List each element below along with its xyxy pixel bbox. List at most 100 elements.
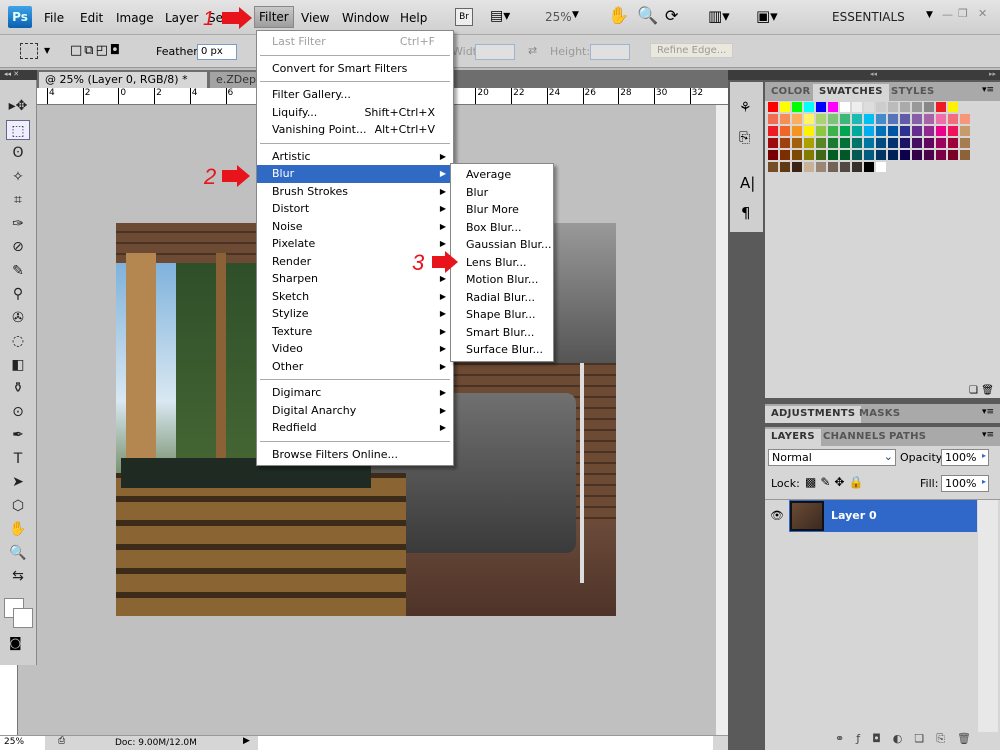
gradient-tool-icon[interactable]: ◧	[6, 355, 30, 375]
filter-menu-item[interactable]: Filter Gallery...	[257, 86, 453, 104]
filter-menu-item[interactable]: Convert for Smart Filters	[257, 60, 453, 78]
panel-menu-icon[interactable]: ▾≡	[982, 85, 994, 95]
color-swatch[interactable]	[803, 137, 815, 149]
tab-swatches[interactable]: SWATCHES	[813, 84, 889, 101]
zoom-tool-icon[interactable]: 🔍	[6, 543, 30, 563]
color-swatch[interactable]	[863, 149, 875, 161]
dodge-tool-icon[interactable]: ⊙	[6, 402, 30, 422]
screen-mode-icon[interactable]: ▣▾	[756, 7, 778, 25]
color-swatch[interactable]	[923, 149, 935, 161]
fill-input[interactable]: 100% ▸	[941, 475, 989, 492]
color-swatch[interactable]	[803, 161, 815, 173]
color-swatch[interactable]	[827, 101, 839, 113]
color-swatch[interactable]	[851, 125, 863, 137]
blend-mode-dropdown[interactable]: Normal ⌄	[768, 449, 896, 466]
height-input[interactable]	[590, 44, 630, 60]
filter-menu-item[interactable]: Blur ▶	[257, 165, 453, 183]
panel-menu-icon[interactable]: ▾≡	[982, 407, 994, 417]
color-swatch[interactable]	[899, 101, 911, 113]
color-swatch[interactable]	[935, 101, 947, 113]
paint-bucket-tool-icon[interactable]: ⚱	[6, 378, 30, 398]
color-swatch[interactable]	[815, 149, 827, 161]
color-swatch[interactable]	[767, 149, 779, 161]
color-swatch[interactable]	[911, 113, 923, 125]
tab-adjustments[interactable]: ADJUSTMENTS	[765, 406, 862, 423]
color-swatch[interactable]	[851, 137, 863, 149]
color-swatch[interactable]	[911, 125, 923, 137]
move-tool-icon[interactable]: ▸✥	[6, 96, 30, 116]
color-swatch[interactable]	[899, 137, 911, 149]
color-swatch[interactable]	[779, 101, 791, 113]
filter-menu-item[interactable]: Last Filter Ctrl+F	[257, 33, 453, 51]
character-icon[interactable]: A|	[740, 174, 755, 192]
clone-stamp-tool-icon[interactable]: ⚲	[6, 284, 30, 304]
tab-masks[interactable]: MASKS	[853, 406, 906, 423]
color-swatch[interactable]	[815, 161, 827, 173]
color-swatch[interactable]	[803, 149, 815, 161]
status-icon[interactable]: ⎙	[58, 736, 65, 746]
color-swatch[interactable]	[827, 125, 839, 137]
color-swatch[interactable]	[767, 161, 779, 173]
bridge-button[interactable]: Br	[455, 8, 473, 26]
color-swatch[interactable]	[935, 113, 947, 125]
color-swatch[interactable]	[827, 149, 839, 161]
blur-menu-item[interactable]: Motion Blur...	[451, 271, 553, 289]
color-swatch[interactable]	[851, 149, 863, 161]
restore-icon[interactable]: ❐	[958, 7, 968, 20]
crop-tool-icon[interactable]: ⌗	[6, 190, 30, 210]
filter-menu-item[interactable]: Video ▶	[257, 340, 453, 358]
tab-paths[interactable]: PATHS	[883, 429, 932, 446]
filter-menu-item[interactable]: Browse Filters Online...	[257, 446, 453, 464]
filter-menu-item[interactable]: Artistic ▶	[257, 148, 453, 166]
color-swatch[interactable]	[791, 125, 803, 137]
filter-menu-item[interactable]: Vanishing Point... Alt+Ctrl+V	[257, 121, 453, 139]
filter-menu-item[interactable]: Texture ▶	[257, 323, 453, 341]
filter-menu-item[interactable]: Digimarc ▶	[257, 384, 453, 402]
brush-presets-icon[interactable]: ⚘	[739, 100, 752, 116]
layer-row[interactable]: Layer 0	[789, 500, 977, 532]
filter-menu-item[interactable]: Brush Strokes ▶	[257, 183, 453, 201]
menu-image[interactable]: Image	[112, 9, 158, 27]
menu-file[interactable]: File	[40, 9, 68, 27]
marquee-preset-icon[interactable]	[20, 43, 38, 59]
color-swatch[interactable]	[899, 113, 911, 125]
rectangular-marquee-tool-icon[interactable]: ⬚	[6, 119, 30, 140]
color-swatch[interactable]	[767, 137, 779, 149]
color-swatch[interactable]	[863, 137, 875, 149]
visibility-eye-icon[interactable]: 👁	[767, 501, 787, 531]
filter-menu-item[interactable]: Redfield ▶	[257, 419, 453, 437]
color-swatch[interactable]	[887, 137, 899, 149]
color-swatch[interactable]	[863, 125, 875, 137]
paragraph-icon[interactable]: ¶	[741, 204, 751, 222]
feather-input[interactable]: 0 px	[197, 44, 237, 60]
blur-menu-item[interactable]: Smart Blur...	[451, 324, 553, 342]
panel-menu-icon[interactable]: ▾≡	[982, 430, 994, 440]
new-swatch-icon[interactable]: ❏	[969, 385, 978, 396]
color-swatch[interactable]	[887, 101, 899, 113]
color-swatch[interactable]	[887, 149, 899, 161]
blur-menu-item[interactable]: Shape Blur...	[451, 306, 553, 324]
color-swatch[interactable]	[815, 125, 827, 137]
color-swatch[interactable]	[851, 161, 863, 173]
blur-menu-item[interactable]: Radial Blur...	[451, 289, 553, 307]
path-selection-tool-icon[interactable]: ➤	[6, 472, 30, 492]
swap-icon[interactable]: ⇄	[528, 44, 537, 57]
color-swatch[interactable]	[947, 125, 959, 137]
color-swatch[interactable]	[923, 137, 935, 149]
color-swatch[interactable]	[947, 113, 959, 125]
blur-menu-item[interactable]: Average	[451, 166, 553, 184]
blur-menu-item[interactable]: Blur More	[451, 201, 553, 219]
color-swatch[interactable]	[815, 137, 827, 149]
color-swatch[interactable]	[791, 101, 803, 113]
blur-menu-item[interactable]: Surface Blur...	[451, 341, 553, 359]
healing-brush-tool-icon[interactable]: ⊘	[6, 237, 30, 257]
color-swatch[interactable]	[875, 149, 887, 161]
zoom-tool-icon[interactable]: 🔍	[637, 6, 658, 26]
status-menu-arrow[interactable]: ▶	[243, 736, 250, 746]
color-swatch[interactable]	[815, 101, 827, 113]
quick-mask-icon[interactable]: ◙	[9, 636, 22, 651]
color-swatch[interactable]	[887, 125, 899, 137]
color-swatch[interactable]	[791, 161, 803, 173]
color-swatch[interactable]	[935, 149, 947, 161]
menu-help[interactable]: Help	[396, 9, 431, 27]
